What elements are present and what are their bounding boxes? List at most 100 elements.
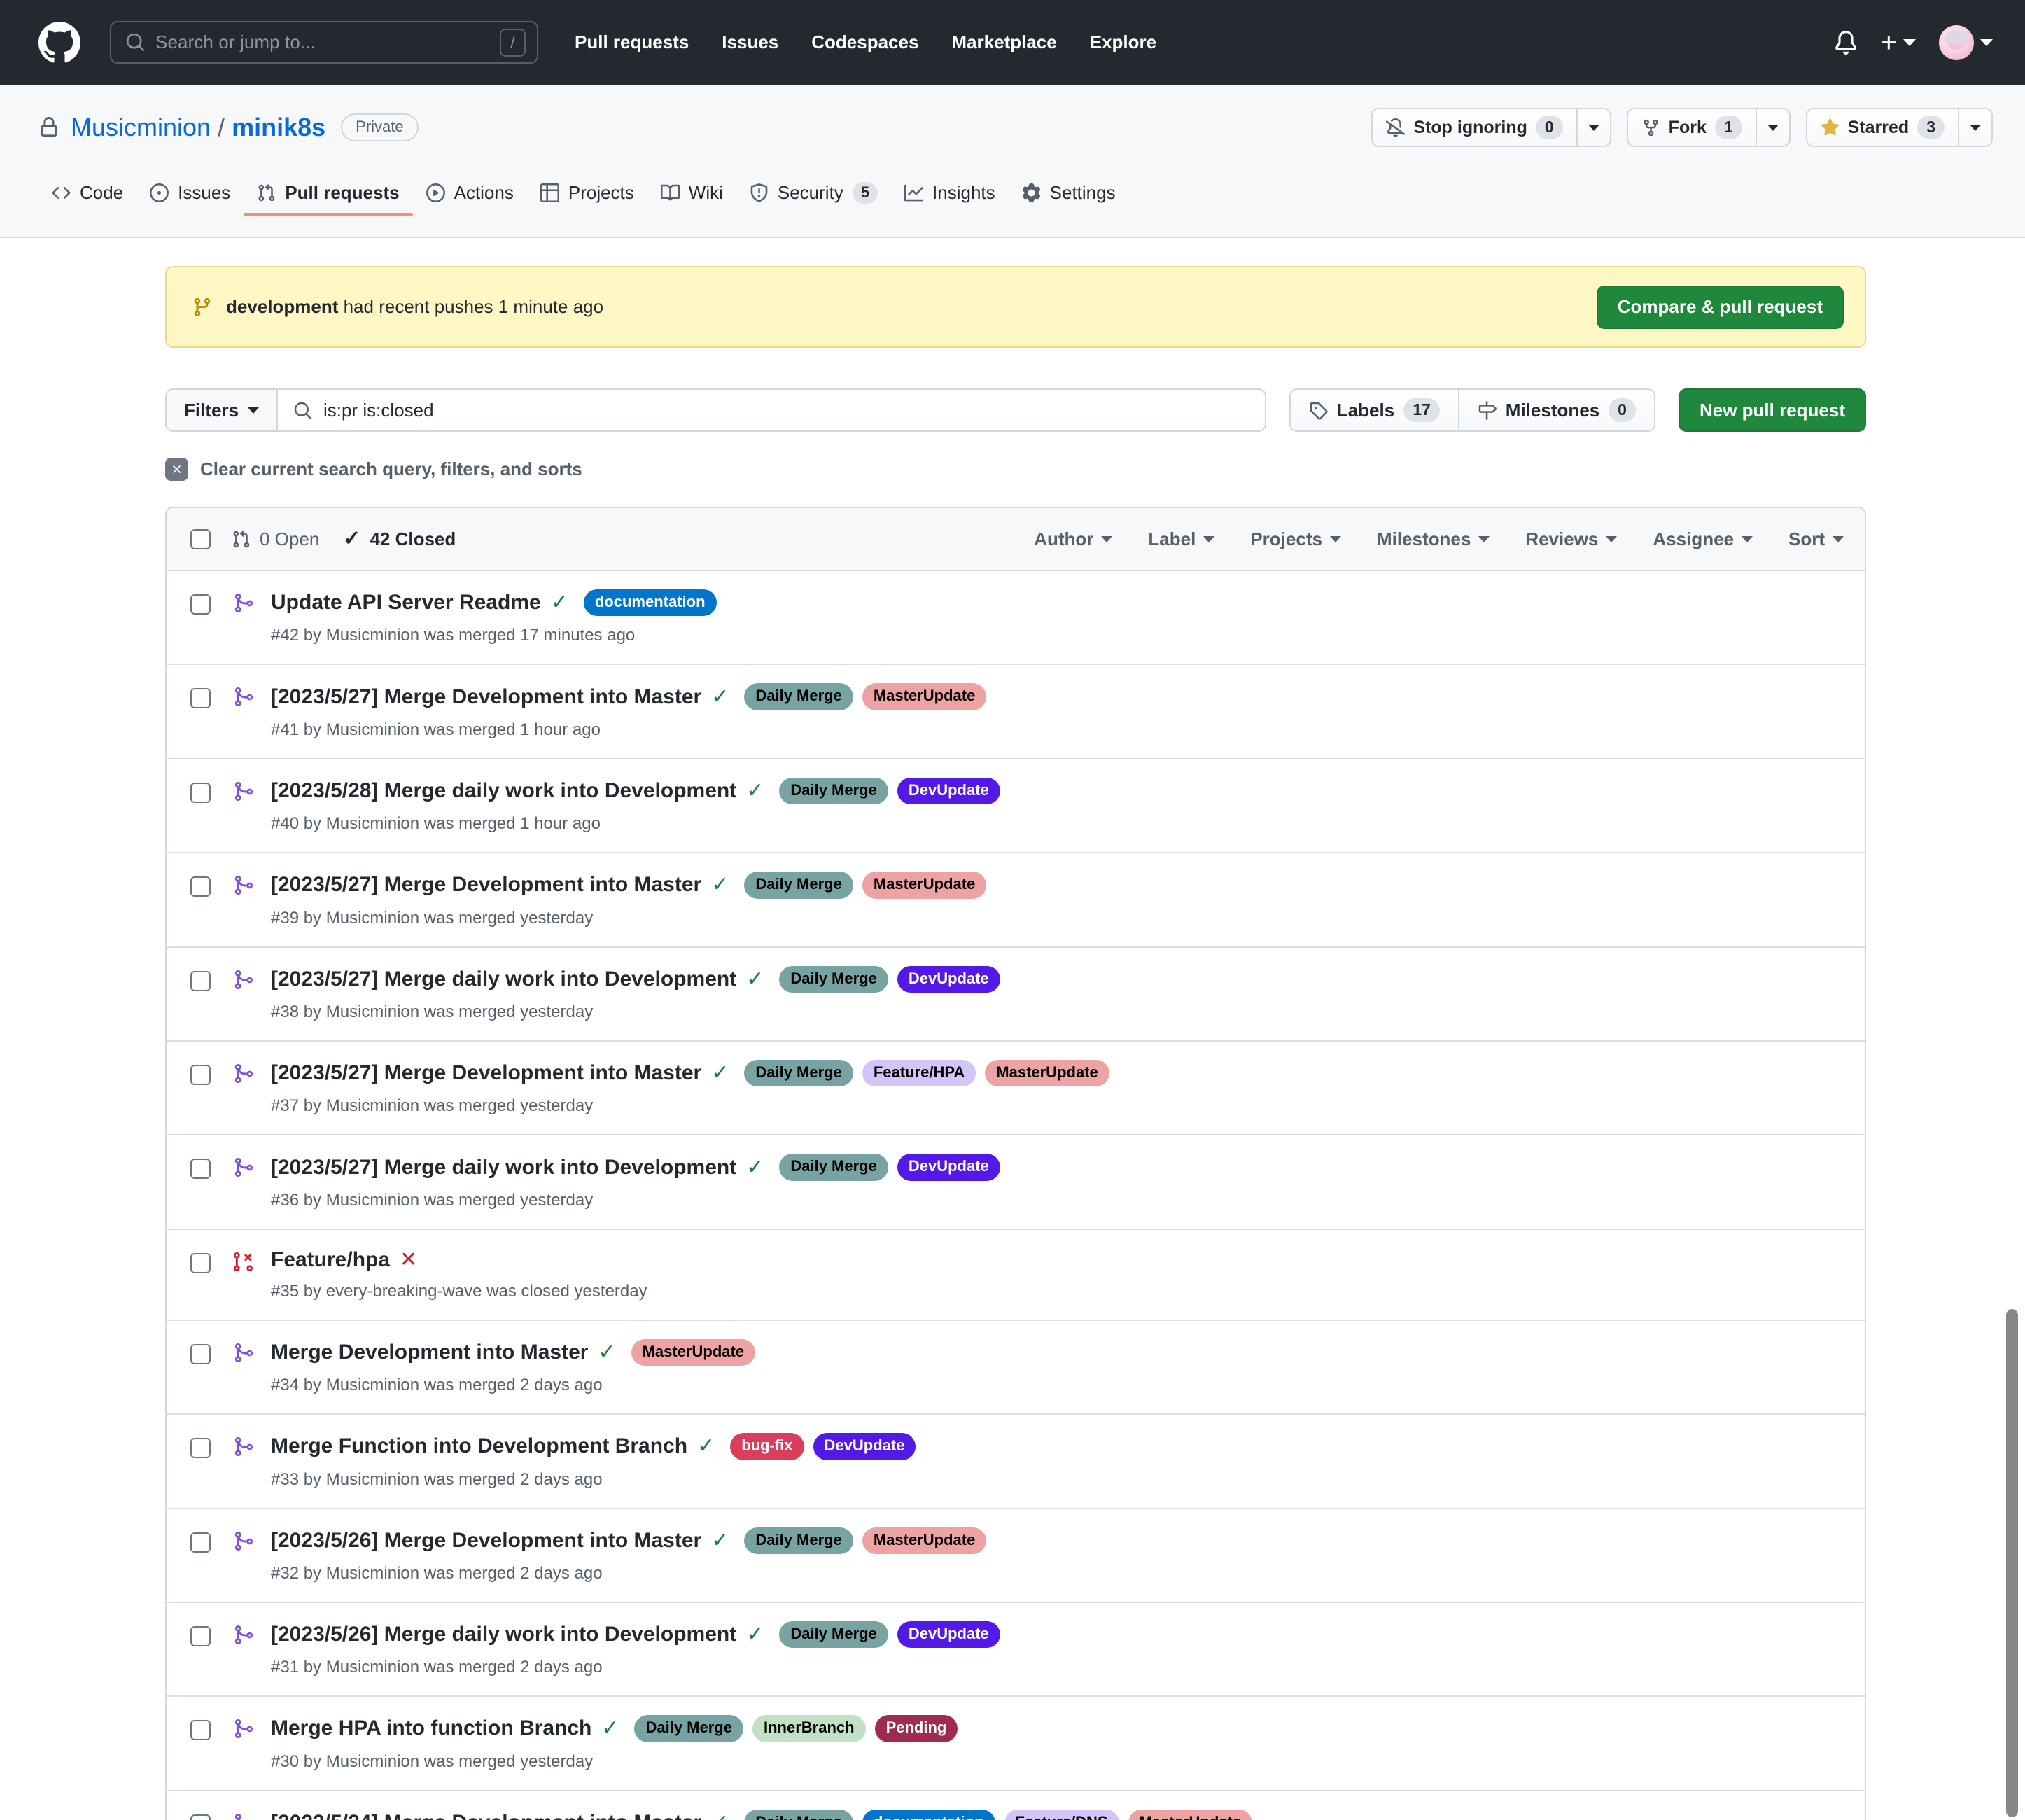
row-checkbox[interactable] [190, 1438, 211, 1459]
pull-request-title[interactable]: [2023/5/27] Merge daily work into Develo… [271, 1156, 736, 1180]
star-dropdown-button[interactable] [1958, 109, 1991, 146]
tab-projects[interactable]: Projects [527, 182, 647, 216]
row-checkbox[interactable] [190, 1625, 211, 1646]
compare-pull-request-button[interactable]: Compare & pull request [1596, 285, 1844, 329]
row-checkbox[interactable] [190, 1252, 211, 1273]
tab-wiki[interactable]: Wiki [647, 182, 736, 216]
pull-request-title[interactable]: Feature/hpa [271, 1248, 390, 1272]
row-checkbox[interactable] [190, 1343, 211, 1364]
global-nav-pull-requests[interactable]: Pull requests [575, 31, 689, 53]
label-badge[interactable]: InnerBranch [752, 1715, 866, 1742]
pull-request-title[interactable]: [2023/5/27] Merge Development into Maste… [271, 1061, 701, 1085]
milestones-filter[interactable]: Milestones [1377, 528, 1490, 550]
recent-push-branch[interactable]: development [226, 296, 338, 317]
breadcrumb-owner[interactable]: Musicminion [71, 113, 211, 142]
projects-filter[interactable]: Projects [1250, 528, 1341, 550]
pull-request-title[interactable]: Update API Server Readme [271, 591, 541, 615]
label-badge[interactable]: MasterUpdate [631, 1338, 756, 1366]
pull-request-title[interactable]: [2023/5/26] Merge Development into Maste… [271, 1529, 701, 1553]
global-search-input[interactable]: Search or jump to... / [110, 21, 538, 64]
labels-button[interactable]: Labels 17 [1291, 390, 1458, 430]
label-badge[interactable]: MasterUpdate [985, 1059, 1109, 1087]
label-badge[interactable]: MasterUpdate [1128, 1809, 1253, 1820]
watch-button[interactable]: Stop ignoring 0 [1373, 109, 1576, 146]
label-badge[interactable]: documentation [862, 1809, 995, 1820]
pull-request-title[interactable]: [2023/5/27] Merge Development into Maste… [271, 685, 701, 709]
global-nav-explore[interactable]: Explore [1090, 31, 1156, 53]
search-input[interactable]: is:pr is:closed [278, 390, 1265, 430]
label-badge[interactable]: DevUpdate [897, 965, 1000, 993]
filters-dropdown-button[interactable]: Filters [167, 390, 279, 430]
global-nav-codespaces[interactable]: Codespaces [811, 31, 918, 53]
pull-request-title[interactable]: [2023/5/27] Merge daily work into Develo… [271, 967, 736, 991]
label-badge[interactable]: DevUpdate [897, 1620, 1000, 1648]
label-badge[interactable]: Daily Merge [744, 1059, 853, 1087]
row-checkbox[interactable] [190, 1158, 211, 1180]
label-badge[interactable]: Daily Merge [744, 1809, 853, 1820]
fork-dropdown-button[interactable] [1755, 109, 1789, 146]
github-mark-icon[interactable] [38, 21, 80, 64]
label-badge[interactable]: Daily Merge [744, 872, 853, 899]
row-checkbox[interactable] [190, 1814, 211, 1820]
label-badge[interactable]: Daily Merge [779, 1154, 888, 1181]
breadcrumb-repo[interactable]: minik8s [232, 113, 325, 142]
closed-count-filter[interactable]: ✓ 42 Closed [343, 528, 456, 550]
label-badge[interactable]: MasterUpdate [862, 683, 987, 710]
global-nav-issues[interactable]: Issues [722, 31, 778, 53]
pull-request-title[interactable]: [2023/5/26] Merge daily work into Develo… [271, 1623, 736, 1646]
label-filter[interactable]: Label [1148, 528, 1215, 550]
tab-issues[interactable]: Issues [136, 182, 244, 216]
page-scrollbar[interactable] [2006, 1309, 2018, 1817]
pull-request-title[interactable]: [2023/5/24] Merge Development into Maste… [271, 1811, 701, 1820]
user-menu[interactable] [1939, 24, 1993, 60]
label-badge[interactable]: Feature/HPA [862, 1059, 976, 1087]
clear-search-link[interactable]: Clear current search query, filters, and… [165, 458, 1866, 481]
label-badge[interactable]: Daily Merge [634, 1715, 743, 1742]
label-badge[interactable]: Feature/DNS [1004, 1809, 1119, 1820]
new-pull-request-button[interactable]: New pull request [1678, 388, 1866, 432]
reviews-filter[interactable]: Reviews [1525, 528, 1618, 550]
pull-request-title[interactable]: Merge HPA into function Branch [271, 1716, 591, 1740]
create-new-menu[interactable]: + [1881, 29, 1916, 57]
star-button[interactable]: Starred 3 [1807, 109, 1958, 146]
label-badge[interactable]: DevUpdate [813, 1433, 916, 1460]
watch-dropdown-button[interactable] [1576, 109, 1610, 146]
bell-icon[interactable] [1834, 30, 1858, 55]
row-checkbox[interactable] [190, 594, 211, 615]
author-filter[interactable]: Author [1034, 528, 1113, 550]
label-badge[interactable]: DevUpdate [897, 777, 1000, 805]
label-badge[interactable]: Daily Merge [779, 777, 888, 805]
tab-actions[interactable]: Actions [413, 182, 527, 216]
label-badge[interactable]: Daily Merge [779, 1620, 888, 1648]
row-checkbox[interactable] [190, 782, 211, 803]
label-badge[interactable]: DevUpdate [897, 1154, 1000, 1181]
tab-settings[interactable]: Settings [1009, 182, 1129, 216]
pull-request-title[interactable]: Merge Function into Development Branch [271, 1434, 687, 1458]
label-badge[interactable]: documentation [583, 589, 717, 617]
tab-security[interactable]: Security 5 [736, 181, 891, 217]
label-badge[interactable]: Pending [874, 1715, 958, 1742]
global-nav-marketplace[interactable]: Marketplace [951, 31, 1056, 53]
row-checkbox[interactable] [190, 876, 211, 897]
row-checkbox[interactable] [190, 970, 211, 991]
row-checkbox[interactable] [190, 1064, 211, 1085]
pull-request-title[interactable]: [2023/5/28] Merge daily work into Develo… [271, 779, 736, 803]
select-all-checkbox[interactable] [190, 528, 211, 550]
row-checkbox[interactable] [190, 1720, 211, 1741]
pull-request-title[interactable]: [2023/5/27] Merge Development into Maste… [271, 873, 701, 897]
open-count-filter[interactable]: 0 Open [232, 528, 319, 550]
assignee-filter[interactable]: Assignee [1653, 528, 1753, 550]
tab-insights[interactable]: Insights [891, 182, 1009, 216]
tab-code[interactable]: Code [38, 182, 136, 216]
milestones-button[interactable]: Milestones 0 [1457, 390, 1654, 430]
tab-pull-requests[interactable]: Pull requests [244, 182, 413, 216]
label-badge[interactable]: bug-fix [730, 1433, 804, 1460]
row-checkbox[interactable] [190, 688, 211, 709]
label-badge[interactable]: Daily Merge [744, 1527, 853, 1554]
fork-button[interactable]: Fork 1 [1628, 109, 1756, 146]
label-badge[interactable]: MasterUpdate [862, 1527, 987, 1554]
pull-request-title[interactable]: Merge Development into Master [271, 1340, 588, 1364]
row-checkbox[interactable] [190, 1532, 211, 1553]
label-badge[interactable]: Daily Merge [779, 965, 888, 993]
label-badge[interactable]: Daily Merge [744, 683, 853, 710]
